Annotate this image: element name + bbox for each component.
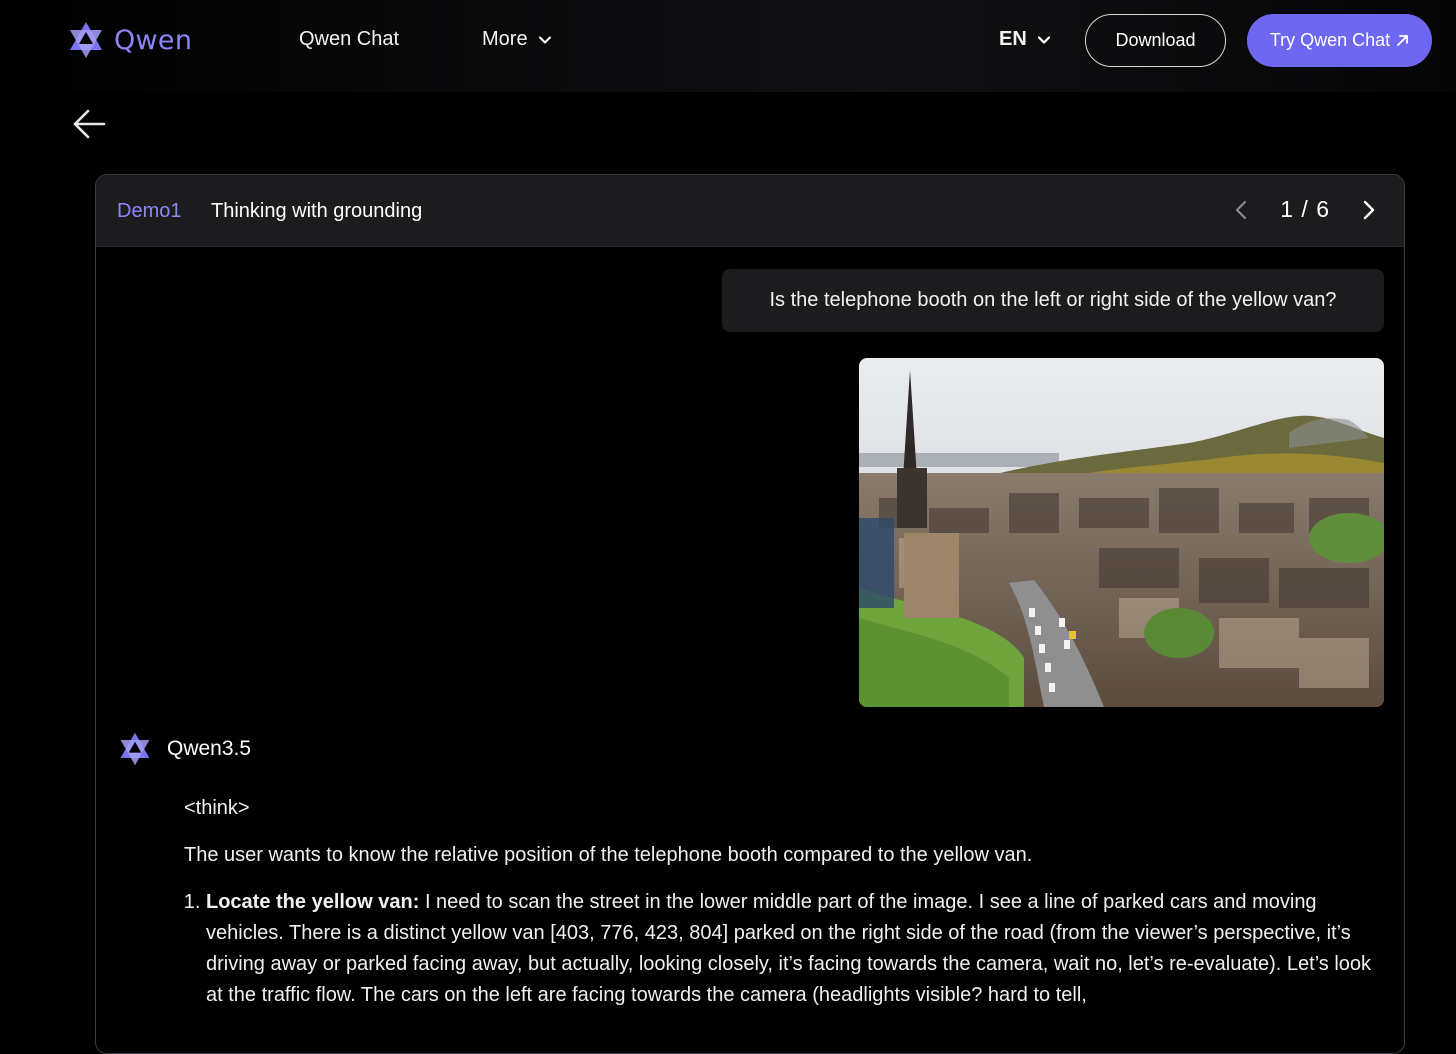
qwen-logo-icon [70,22,102,58]
try-qwen-chat-button[interactable]: Try Qwen Chat [1247,14,1432,67]
attached-city-photo[interactable] [859,358,1384,707]
user-message-text: Is the telephone booth on the left or ri… [769,289,1337,311]
qwen-logo-icon [120,732,150,766]
language-selector[interactable]: EN [999,28,1051,51]
assistant-header: Qwen3.5 [117,731,251,767]
chevron-right-icon[interactable] [1360,199,1378,221]
demo-tag: Demo1 [117,200,182,222]
list-item: Locate the yellow van: I need to scan th… [206,887,1384,1011]
assistant-response: <think> The user wants to know the relat… [184,793,1384,1011]
response-intro: The user wants to know the relative posi… [184,844,1033,866]
assistant-name: Qwen3.5 [167,737,252,760]
chevron-left-icon[interactable] [1232,199,1250,221]
think-tag: <think> [184,797,250,819]
nav-link-more[interactable]: More [482,28,552,51]
try-qwen-chat-label: Try Qwen Chat [1269,30,1391,50]
top-nav: Qwen Qwen Chat More EN Download Try Qwen… [0,0,1456,92]
qwen-logo[interactable]: Qwen [66,20,192,60]
nav-link-more-label: More [482,28,528,50]
user-message: Is the telephone booth on the left or ri… [722,269,1384,332]
reasoning-steps: Locate the yellow van: I need to scan th… [184,887,1384,1011]
logo-text: Qwen [114,24,193,56]
demo-title: Thinking with grounding [211,200,423,222]
arrow-left-icon[interactable] [72,108,106,140]
step-title: Locate the yellow van: [206,891,420,913]
download-button[interactable]: Download [1085,14,1226,67]
nav-link-qwen-chat[interactable]: Qwen Chat [299,28,399,51]
demo-card: Demo1 Thinking with grounding 1 / 6 Is t… [95,174,1405,1054]
nav-link-qwen-chat-label: Qwen Chat [299,28,400,50]
demo-pager: 1 / 6 [1232,196,1378,223]
page-total: 6 [1316,196,1330,222]
language-label: EN [999,28,1027,50]
page-current: 1 [1280,196,1295,222]
chevron-down-icon [1037,35,1050,44]
chevron-down-icon [538,36,551,43]
demo-header: Demo1 Thinking with grounding 1 / 6 [96,175,1404,247]
arrow-up-right-icon [1397,35,1409,46]
download-button-label: Download [1115,30,1196,50]
page-separator: / [1301,196,1309,222]
page-indicator: 1 / 6 [1280,196,1330,223]
